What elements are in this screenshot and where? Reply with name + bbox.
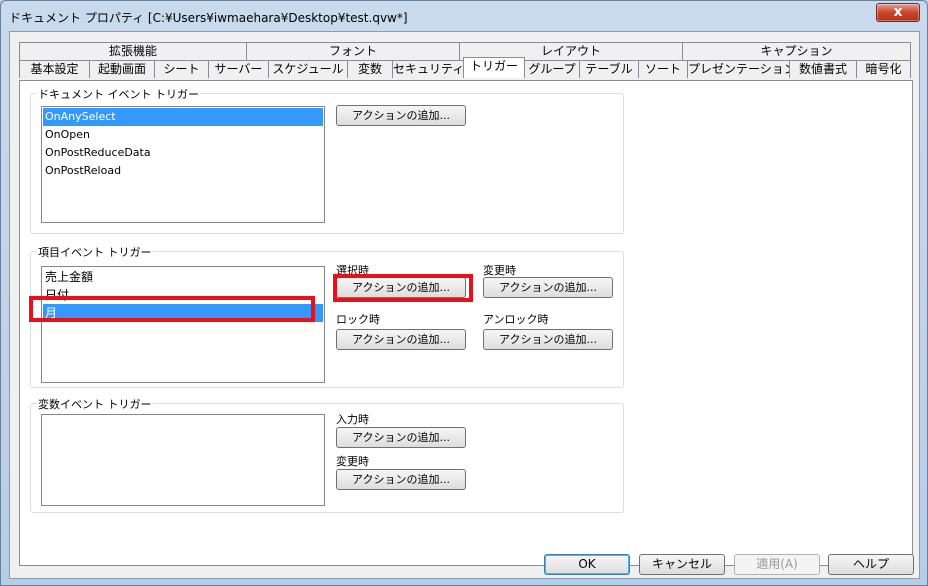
tab-triggers[interactable]: トリガー [463,57,525,78]
variable-on-change-label: 変更時 [336,455,369,468]
tab-presentation[interactable]: プレゼンテーション [687,60,796,78]
field-list[interactable]: 売上金額 日付 月 [41,266,325,383]
field-event-triggers-group: 項目イベント トリガー 売上金額 日付 月 選択時 アクションの追加... 変更… [30,244,624,388]
field-event-triggers-label: 項目イベント トリガー [37,244,153,260]
dialog-client-area: 拡張機能 フォント レイアウト キャプション 基本設定 起動画面 シート サーバ… [9,31,920,579]
document-add-action-button[interactable]: アクションの追加... [336,105,466,126]
tab-variables[interactable]: 変数 [347,60,393,78]
tab-font[interactable]: フォント [246,42,460,60]
on-input-label: 入力時 [336,413,369,426]
on-lock-add-action-button[interactable]: アクションの追加... [336,329,466,350]
document-events-list[interactable]: OnAnySelect OnOpen OnPostReduceData OnPo… [41,106,325,223]
tab-extensions[interactable]: 拡張機能 [19,42,247,60]
list-item-date[interactable]: 日付 [43,286,323,304]
variable-list[interactable] [41,414,325,506]
tab-tables[interactable]: テーブル [579,60,639,78]
apply-button[interactable]: 適用(A) [734,554,820,575]
variable-on-change-add-action-button[interactable]: アクションの追加... [336,469,466,490]
list-item-month[interactable]: 月 [43,304,323,322]
on-select-add-action-button[interactable]: アクションの追加... [336,277,466,298]
tab-sheets[interactable]: シート [154,60,209,78]
tab-server[interactable]: サーバー [208,60,269,78]
document-event-triggers-group: ドキュメント イベント トリガー OnAnySelect OnOpen OnPo… [30,86,624,234]
variable-event-triggers-group: 変数イベント トリガー 入力時 アクションの追加... 変更時 アクションの追加… [30,396,624,513]
list-item-onanyselect[interactable]: OnAnySelect [43,108,323,126]
list-item-onpostreload[interactable]: OnPostReload [43,162,323,180]
tab-scheduler[interactable]: スケジュール [268,60,348,78]
list-item-onpostreducedata[interactable]: OnPostReduceData [43,144,323,162]
tab-groups[interactable]: グループ [524,60,580,78]
tab-security[interactable]: セキュリティ [392,60,464,78]
on-input-add-action-button[interactable]: アクションの追加... [336,427,466,448]
on-change-label: 変更時 [483,264,516,277]
tab-number-format[interactable]: 数値書式 [789,60,857,78]
variable-event-triggers-label: 変数イベント トリガー [37,396,153,412]
ok-button[interactable]: OK [544,554,630,575]
tab-startup[interactable]: 起動画面 [89,60,155,78]
on-select-label: 選択時 [336,264,369,277]
cancel-button[interactable]: キャンセル [639,554,725,575]
list-item-onopen[interactable]: OnOpen [43,126,323,144]
tab-general[interactable]: 基本設定 [19,60,90,78]
document-properties-window: ドキュメント プロパティ [C:¥Users¥iwmaehara¥Desktop… [0,0,928,586]
help-button[interactable]: ヘルプ [828,554,914,575]
list-item-sales-amount[interactable]: 売上金額 [43,268,323,286]
close-button[interactable]: x [876,3,920,22]
on-lock-label: ロック時 [336,313,380,326]
on-change-add-action-button[interactable]: アクションの追加... [483,277,613,298]
on-unlock-label: アンロック時 [483,313,549,326]
on-unlock-add-action-button[interactable]: アクションの追加... [483,329,613,350]
triggers-tab-page: ドキュメント イベント トリガー OnAnySelect OnOpen OnPo… [19,80,913,566]
tab-caption[interactable]: キャプション [682,42,911,60]
window-title: ドキュメント プロパティ [C:¥Users¥iwmaehara¥Desktop… [9,11,408,25]
close-icon: x [893,4,903,20]
tab-encryption[interactable]: 暗号化 [856,60,911,78]
title-bar[interactable]: ドキュメント プロパティ [C:¥Users¥iwmaehara¥Desktop… [1,1,927,31]
document-event-triggers-label: ドキュメント イベント トリガー [37,86,200,102]
tab-sort[interactable]: ソート [638,60,688,78]
